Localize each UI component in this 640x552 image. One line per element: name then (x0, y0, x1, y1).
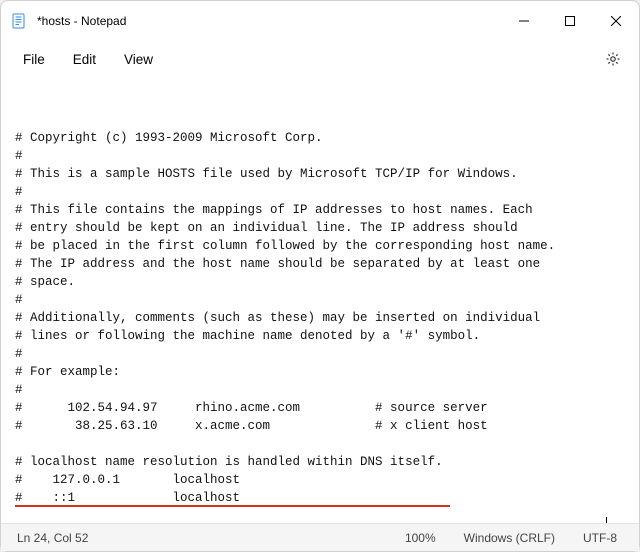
close-button[interactable] (593, 1, 639, 41)
status-cursor-position: Ln 24, Col 52 (9, 531, 102, 545)
text-editor[interactable]: # Copyright (c) 1993-2009 Microsoft Corp… (1, 77, 639, 523)
notepad-window: *hosts - Notepad File Edit View (0, 0, 640, 552)
minimize-button[interactable] (501, 1, 547, 41)
notepad-icon (11, 13, 27, 29)
maximize-button[interactable] (547, 1, 593, 41)
status-line-ending[interactable]: Windows (CRLF) (450, 531, 569, 545)
window-title: *hosts - Notepad (37, 14, 126, 28)
text-caret (606, 517, 607, 523)
status-zoom[interactable]: 100% (391, 531, 450, 545)
editor-content: # Copyright (c) 1993-2009 Microsoft Corp… (15, 129, 625, 523)
menu-edit[interactable]: Edit (59, 46, 110, 73)
menubar: File Edit View (1, 41, 639, 77)
status-encoding[interactable]: UTF-8 (569, 531, 631, 545)
titlebar: *hosts - Notepad (1, 1, 639, 41)
statusbar: Ln 24, Col 52 100% Windows (CRLF) UTF-8 (1, 523, 639, 551)
settings-button[interactable] (595, 41, 631, 77)
menu-view[interactable]: View (110, 46, 167, 73)
red-underline-annotation (15, 505, 450, 507)
menu-file[interactable]: File (9, 46, 59, 73)
